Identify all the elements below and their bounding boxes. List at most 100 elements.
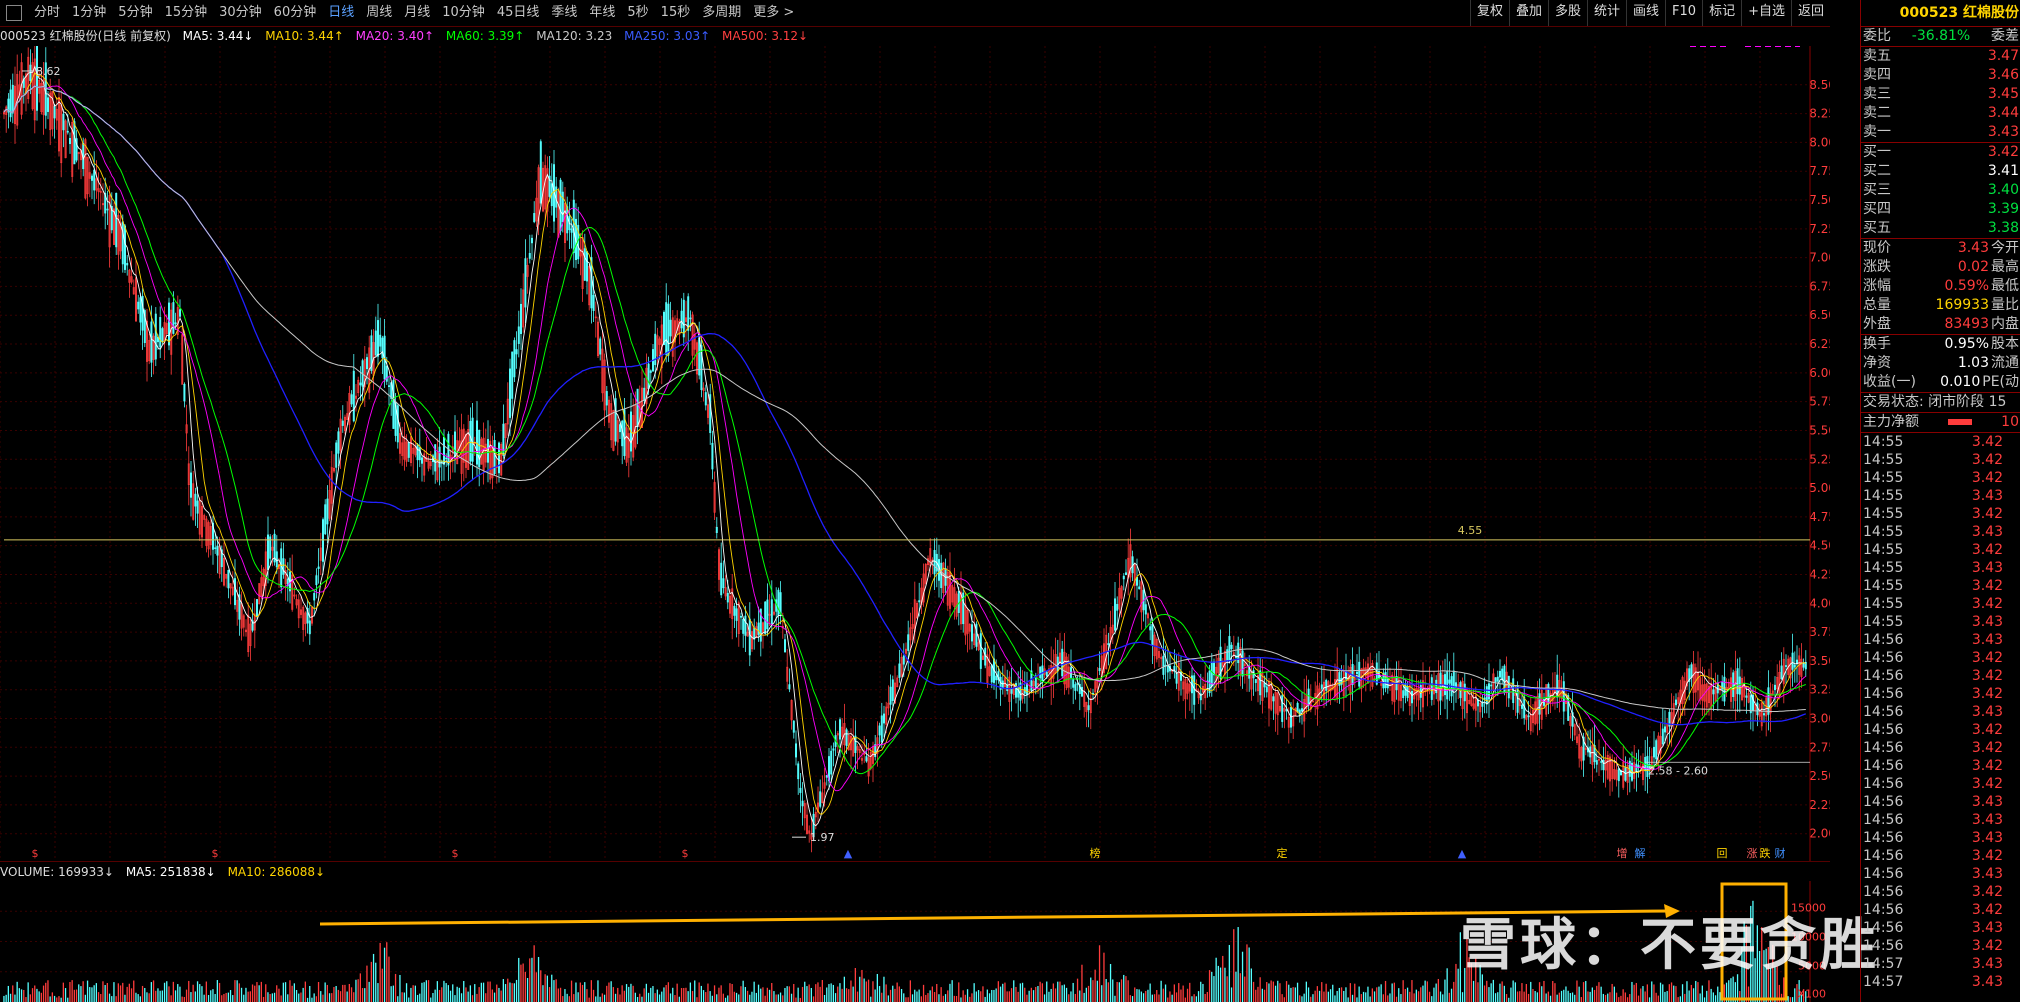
price-tick-label: 2.25 [1809, 798, 1830, 812]
candle-body [1125, 572, 1128, 575]
event-marker[interactable]: 榜 [1090, 846, 1101, 860]
ma500-value: MA500: 3.12↓ [722, 29, 809, 43]
volume-bar [960, 997, 962, 1002]
candle-body [1406, 686, 1409, 698]
event-marker[interactable]: 回 [1717, 847, 1728, 860]
tool-button-7[interactable]: +自选 [1741, 0, 1791, 26]
volume-bar [1246, 944, 1248, 1002]
period-tab-8[interactable]: 月线 [398, 0, 436, 26]
candle-body [379, 334, 382, 347]
volume-bar [509, 982, 511, 1002]
event-marker[interactable]: $ [682, 847, 689, 860]
event-marker[interactable]: 定 [1277, 846, 1288, 860]
volume-bar [234, 980, 236, 1002]
period-tab-13[interactable]: 5秒 [621, 0, 654, 26]
volume-bar [80, 986, 82, 1002]
candle-body [797, 763, 800, 780]
main-net-label: 主力净额 [1863, 414, 1919, 430]
tool-button-8[interactable]: 返回 [1790, 0, 1830, 26]
volume-bar [1332, 984, 1334, 1002]
candle-body [1226, 649, 1229, 662]
period-tab-15[interactable]: 多周期 [696, 0, 747, 26]
tick-price: 3.43 [1971, 704, 2003, 720]
period-tab-12[interactable]: 年线 [583, 0, 621, 26]
volume-bar [194, 991, 196, 1002]
period-tab-11[interactable]: 季线 [545, 0, 583, 26]
tick-row: 14:56 3.42 [1861, 757, 2020, 775]
volume-bar [819, 986, 821, 1002]
period-tab-5[interactable]: 60分钟 [268, 0, 323, 26]
tool-button-3[interactable]: 统计 [1587, 0, 1626, 26]
period-tab-14[interactable]: 15秒 [655, 0, 697, 26]
kline-chart[interactable]: 8.50 8.25 8.00 7.75 7.50 7.25 7.00 6.75 6.50 6.25… [0, 46, 1830, 861]
volume-bar [1329, 989, 1332, 1002]
event-marker[interactable]: $ [212, 847, 219, 860]
tool-button-6[interactable]: 标记 [1702, 0, 1741, 26]
volume-bar [623, 990, 625, 1002]
period-tab-0[interactable]: 分时 [28, 0, 66, 26]
period-tab-10[interactable]: 45日线 [491, 0, 546, 26]
volume-bar [247, 991, 249, 1002]
candle-body [770, 599, 773, 626]
period-tab-1[interactable]: 1分钟 [66, 0, 112, 26]
volume-bar [1030, 987, 1032, 1002]
volume-bar [597, 980, 599, 1002]
volume-bar [535, 972, 537, 1002]
volume-bar [289, 980, 291, 1002]
volume-bar [568, 996, 570, 1002]
period-tab-9[interactable]: 10分钟 [436, 0, 491, 26]
bid-price: 3.39 [1987, 201, 2019, 217]
period-tab-16[interactable]: 更多 > [747, 0, 800, 26]
candle-body [766, 599, 769, 630]
volume-bar [606, 985, 608, 1002]
volume-bar [559, 987, 562, 1002]
volume-bar [599, 996, 601, 1002]
volume-bar [1494, 993, 1497, 1002]
volume-bar [1525, 984, 1527, 1002]
period-tab-7[interactable]: 周线 [360, 0, 398, 26]
event-marker[interactable]: 财 [1775, 846, 1786, 860]
event-marker[interactable]: 跌 [1760, 846, 1771, 860]
tool-button-5[interactable]: F10 [1665, 0, 1702, 26]
tool-button-4[interactable]: 画线 [1626, 0, 1665, 26]
volume-bar [1664, 991, 1666, 1002]
period-tab-4[interactable]: 30分钟 [213, 0, 268, 26]
volume-bar [1673, 985, 1675, 1002]
volume-bar [949, 983, 951, 1002]
tick-row: 14:55 3.42 [1861, 577, 2020, 595]
menu-square-icon[interactable] [6, 5, 22, 21]
event-marker[interactable]: 解 [1635, 846, 1646, 860]
volume-bar [218, 982, 221, 1002]
volume-bar [1499, 983, 1501, 1002]
event-marker[interactable]: 增 [1617, 846, 1628, 860]
event-marker[interactable]: $ [452, 847, 459, 860]
volume-bar [619, 994, 621, 1002]
period-tab-3[interactable]: 15分钟 [159, 0, 214, 26]
volume-bar [174, 990, 177, 1002]
tick-time: 14:56 [1863, 650, 1904, 666]
volume-bar [1255, 989, 1257, 1002]
tick-list[interactable]: 14:55 3.42 14:55 3.42 14:55 3.42 14:55 3.43 14:5… [1861, 432, 2020, 991]
volume-bar [1692, 988, 1695, 1002]
volume-bar [1158, 994, 1160, 1002]
volume-bar [1393, 982, 1395, 1002]
event-marker[interactable]: 涨 [1747, 847, 1758, 860]
candle-body [1175, 672, 1178, 684]
event-marker[interactable]: ▲ [1458, 847, 1467, 860]
period-tab-2[interactable]: 5分钟 [112, 0, 158, 26]
tool-button-0[interactable]: 复权 [1469, 0, 1509, 26]
candle-body [313, 593, 316, 601]
candle-body [1494, 677, 1497, 683]
volume-bar [1129, 995, 1131, 1002]
volume-bar [546, 975, 548, 1002]
tick-row: 14:56 3.42 [1861, 649, 2020, 667]
volume-bar [610, 981, 612, 1002]
quote-row-2: 涨幅 0.59% 最低 [1861, 277, 2020, 296]
price-tick-label: 7.50 [1809, 193, 1830, 207]
event-marker[interactable]: ▲ [844, 847, 853, 860]
volume-bar [1217, 965, 1219, 1002]
period-tab-6[interactable]: 日线 [322, 0, 360, 26]
tool-button-1[interactable]: 叠加 [1508, 0, 1548, 26]
tool-button-2[interactable]: 多股 [1547, 0, 1587, 26]
event-marker[interactable]: $ [32, 847, 39, 860]
